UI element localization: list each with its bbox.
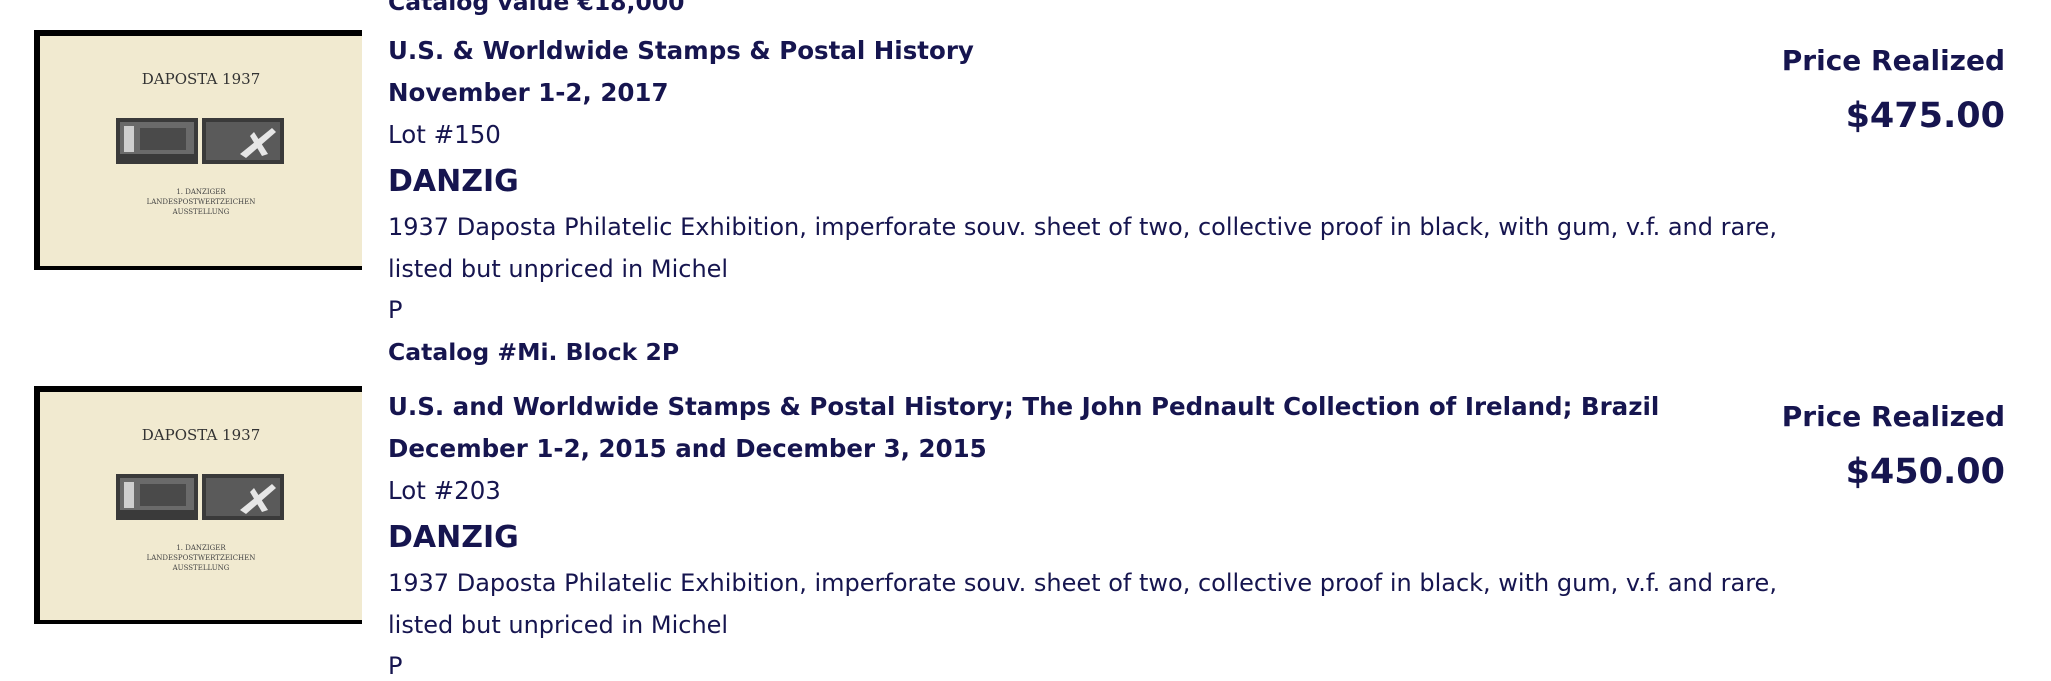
- lot-country[interactable]: DANZIG: [388, 520, 519, 555]
- lot-condition: P: [388, 296, 403, 324]
- stamp-sheet-image: DAPOSTA 1937 1. DANZIGER LANDESPOSTWERTZ…: [40, 392, 362, 620]
- svg-text:1. DANZIGER: 1. DANZIGER: [176, 544, 226, 552]
- lot-description: 1937 Daposta Philatelic Exhibition, impe…: [388, 213, 1777, 283]
- sale-title-link[interactable]: U.S. and Worldwide Stamps & Postal Histo…: [388, 392, 1659, 421]
- lot-number: Lot #203: [388, 476, 501, 505]
- price-realized-value: $475.00: [1845, 96, 2005, 136]
- sale-title-link[interactable]: U.S. & Worldwide Stamps & Postal History: [388, 36, 974, 65]
- svg-text:LANDESPOSTWERTZEICHEN: LANDESPOSTWERTZEICHEN: [147, 554, 256, 562]
- lot-description: 1937 Daposta Philatelic Exhibition, impe…: [388, 569, 1777, 639]
- lot-country[interactable]: DANZIG: [388, 164, 519, 199]
- price-realized-value: $450.00: [1845, 452, 2005, 492]
- price-realized-label: Price Realized: [1781, 400, 2005, 433]
- catalog-number: Catalog #Mi. Block 2P: [388, 338, 680, 366]
- sale-date: November 1-2, 2017: [388, 78, 669, 107]
- sale-date: December 1-2, 2015 and December 3, 2015: [388, 434, 987, 463]
- sheet-title: DAPOSTA 1937: [142, 426, 260, 444]
- sheet-title: DAPOSTA 1937: [142, 70, 260, 88]
- lot-condition: P: [388, 652, 403, 680]
- lot-thumbnail[interactable]: DAPOSTA 1937 1. DANZIGER LANDESPOSTWERTZ…: [34, 30, 362, 270]
- catalog-value: Catalog value €18,000: [388, 0, 685, 16]
- svg-text:1. DANZIGER: 1. DANZIGER: [176, 188, 226, 196]
- stamp-sheet-image: DAPOSTA 1937 1. DANZIGER LANDESPOSTWERTZ…: [40, 36, 362, 266]
- svg-text:LANDESPOSTWERTZEICHEN: LANDESPOSTWERTZEICHEN: [147, 198, 256, 206]
- lot-number: Lot #150: [388, 120, 501, 149]
- svg-text:AUSSTELLUNG: AUSSTELLUNG: [172, 208, 230, 216]
- price-realized-label: Price Realized: [1781, 44, 2005, 77]
- svg-text:AUSSTELLUNG: AUSSTELLUNG: [172, 564, 230, 572]
- lot-thumbnail[interactable]: DAPOSTA 1937 1. DANZIGER LANDESPOSTWERTZ…: [34, 386, 362, 624]
